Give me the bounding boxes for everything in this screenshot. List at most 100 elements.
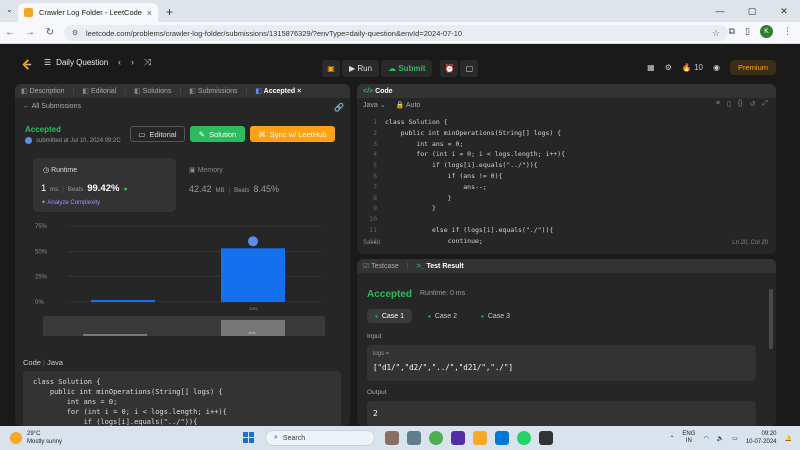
url-text: leetcode.com/problems/crawler-log-folder… xyxy=(86,28,463,38)
app-icon-8[interactable] xyxy=(539,431,553,445)
maximize-icon[interactable]: ▢ xyxy=(736,6,768,17)
weather-widget[interactable]: 29°C Mostly sunny xyxy=(10,430,62,446)
braces-icon[interactable]: {} xyxy=(738,100,743,108)
scrollbar[interactable] xyxy=(769,289,773,349)
run-button[interactable]: ▶ Run xyxy=(342,60,380,77)
runtime-unit: ms xyxy=(50,187,59,193)
next-problem-icon[interactable]: › xyxy=(131,57,134,68)
layout-icon[interactable]: ▦ xyxy=(647,63,655,72)
file-explorer-icon[interactable] xyxy=(473,431,487,445)
shuffle-icon[interactable]: ⤨ xyxy=(144,57,151,68)
taskbar-search[interactable]: ⌕ Search xyxy=(265,430,375,446)
sync-leethub-button[interactable]: ⌘ Sync w/ LeetHub xyxy=(250,126,335,142)
y-tick-label: 0% xyxy=(35,300,44,306)
bookmark-icon[interactable]: ▯ xyxy=(727,100,731,108)
app-icon-1[interactable] xyxy=(385,431,399,445)
tab-submissions[interactable]: ◧ Submissions xyxy=(189,87,237,95)
case-tab-2[interactable]: • Case 2 xyxy=(420,309,465,323)
streak-counter[interactable]: 🔥 10 xyxy=(682,63,703,72)
code-line: class Solution { xyxy=(33,378,101,386)
line-number: 3 xyxy=(373,139,377,148)
editor-line: continue; xyxy=(385,236,483,245)
tray-chevron-icon[interactable]: ⌃ xyxy=(669,435,674,442)
clock[interactable]: 09:20 10-07-2024 xyxy=(746,430,777,446)
close-tab-icon[interactable]: × xyxy=(295,88,301,95)
new-tab-icon[interactable]: + xyxy=(166,5,173,19)
browser-menu-icon[interactable]: ⋮ xyxy=(783,26,792,37)
forward-icon[interactable]: → xyxy=(20,27,40,38)
bar[interactable] xyxy=(221,248,285,302)
close-tab-icon[interactable]: × xyxy=(147,8,152,18)
minimize-icon[interactable]: — xyxy=(704,6,736,16)
leetcode-logo-icon[interactable] xyxy=(20,58,33,71)
reset-icon[interactable]: ↺ xyxy=(750,100,756,108)
problem-list-button[interactable]: ☰ Daily Question xyxy=(44,58,108,67)
premium-button[interactable]: Premium xyxy=(729,60,776,75)
task-view-icon[interactable] xyxy=(407,431,421,445)
bookmark-star-icon[interactable]: ☆ xyxy=(712,28,720,39)
analyze-complexity-link[interactable]: ✦ Analyze Complexity xyxy=(41,199,100,206)
settings-gear-icon[interactable]: ⚙ xyxy=(665,63,672,72)
timer-button[interactable]: ⏰ xyxy=(440,60,459,77)
start-button[interactable] xyxy=(243,432,254,443)
browser-tab[interactable]: Crawler Log Folder - LeetCode × xyxy=(18,3,158,22)
tab-editorial[interactable]: ◧ Editorial xyxy=(82,87,116,95)
tab-accepted[interactable]: ◧ Accepted × xyxy=(255,87,301,95)
tab-solutions[interactable]: ◧ Solutions xyxy=(134,87,171,95)
sidebar-icon[interactable]: ▯ xyxy=(745,26,750,37)
submitted-info: submitted at Jul 10, 2024 09:2C xyxy=(25,137,121,144)
extensions-icon[interactable]: ⧉ xyxy=(729,26,735,37)
tab-testcase[interactable]: ☑ Testcase xyxy=(363,262,399,270)
runtime-card[interactable]: ◷ Runtime 1 ms | Beats 99.42% ● ✦ Analyz… xyxy=(33,158,176,212)
runtime-label: ◷ Runtime xyxy=(43,166,77,174)
tab-code[interactable]: </> Code xyxy=(363,88,393,95)
case-tab-3[interactable]: • Case 3 xyxy=(473,309,518,323)
visual-studio-icon[interactable] xyxy=(451,431,465,445)
submit-button[interactable]: ☁ Submit xyxy=(381,60,433,77)
debug-button[interactable]: ▣ xyxy=(322,60,340,77)
chrome-icon[interactable] xyxy=(429,431,443,445)
tab-label: Description xyxy=(29,88,65,95)
notification-icon[interactable]: 🔔 xyxy=(785,435,792,442)
bar[interactable] xyxy=(91,299,155,302)
close-window-icon[interactable]: ✕ xyxy=(768,6,800,17)
site-info-icon[interactable]: ⚙ xyxy=(72,29,82,37)
temperature: 29°C xyxy=(27,431,41,437)
submitted-code[interactable]: class Solution { public int minOperation… xyxy=(23,371,341,426)
share-link-icon[interactable]: 🔗 xyxy=(334,103,344,112)
language-indicator[interactable]: ENG IN xyxy=(682,431,695,445)
format-icon[interactable]: ≡ xyxy=(716,100,720,108)
reload-icon[interactable]: ↻ xyxy=(40,27,60,38)
tab-description[interactable]: ◧ Description xyxy=(21,87,65,95)
weather-text: Mostly sunny xyxy=(27,439,63,445)
analyze-label: Analyze Complexity xyxy=(47,200,101,206)
volume-icon[interactable]: 🔈 xyxy=(717,435,724,442)
lang-primary: ENG xyxy=(682,431,696,437)
battery-icon[interactable]: ▭ xyxy=(732,435,738,442)
editorial-icon: ◧ xyxy=(82,88,91,95)
memory-label[interactable]: ▣ Memory xyxy=(189,166,223,174)
code-tab-label: Code xyxy=(375,87,393,95)
editorial-button[interactable]: ▭ Editorial xyxy=(130,126,185,142)
code-editor[interactable]: 1 class Solution {2 public int minOperati… xyxy=(363,117,768,245)
wifi-icon[interactable]: ◠ xyxy=(703,435,708,442)
profile-avatar[interactable]: K xyxy=(760,25,773,38)
fullscreen-icon[interactable]: ⤢ xyxy=(762,100,768,108)
pencil-icon: ✎ xyxy=(198,129,206,139)
language-select[interactable]: Java ⌄ xyxy=(363,101,386,109)
user-avatar-icon[interactable]: ◉ xyxy=(713,63,720,72)
notes-button[interactable]: ▢ xyxy=(460,60,479,77)
tab-test-result[interactable]: >_ Test Result xyxy=(417,263,464,270)
auto-mode-toggle[interactable]: 🔒 Auto xyxy=(396,101,421,109)
editor-line: if (logs[i].equals("../")){ xyxy=(385,161,538,170)
url-field[interactable]: ⚙ leetcode.com/problems/crawler-log-fold… xyxy=(64,25,728,41)
all-submissions-link[interactable]: ← All Submissions xyxy=(23,103,81,110)
prev-problem-icon[interactable]: ‹ xyxy=(118,57,121,68)
tab-search-icon[interactable]: ⌄ xyxy=(6,5,13,14)
outlook-icon[interactable] xyxy=(495,431,509,445)
back-icon[interactable]: ← xyxy=(0,27,20,38)
case-tab-1[interactable]: • Case 1 xyxy=(367,309,412,323)
solution-button[interactable]: ✎ Solution xyxy=(190,126,245,142)
test-runtime: Runtime: 0 ms xyxy=(420,290,466,297)
whatsapp-icon[interactable] xyxy=(517,431,531,445)
